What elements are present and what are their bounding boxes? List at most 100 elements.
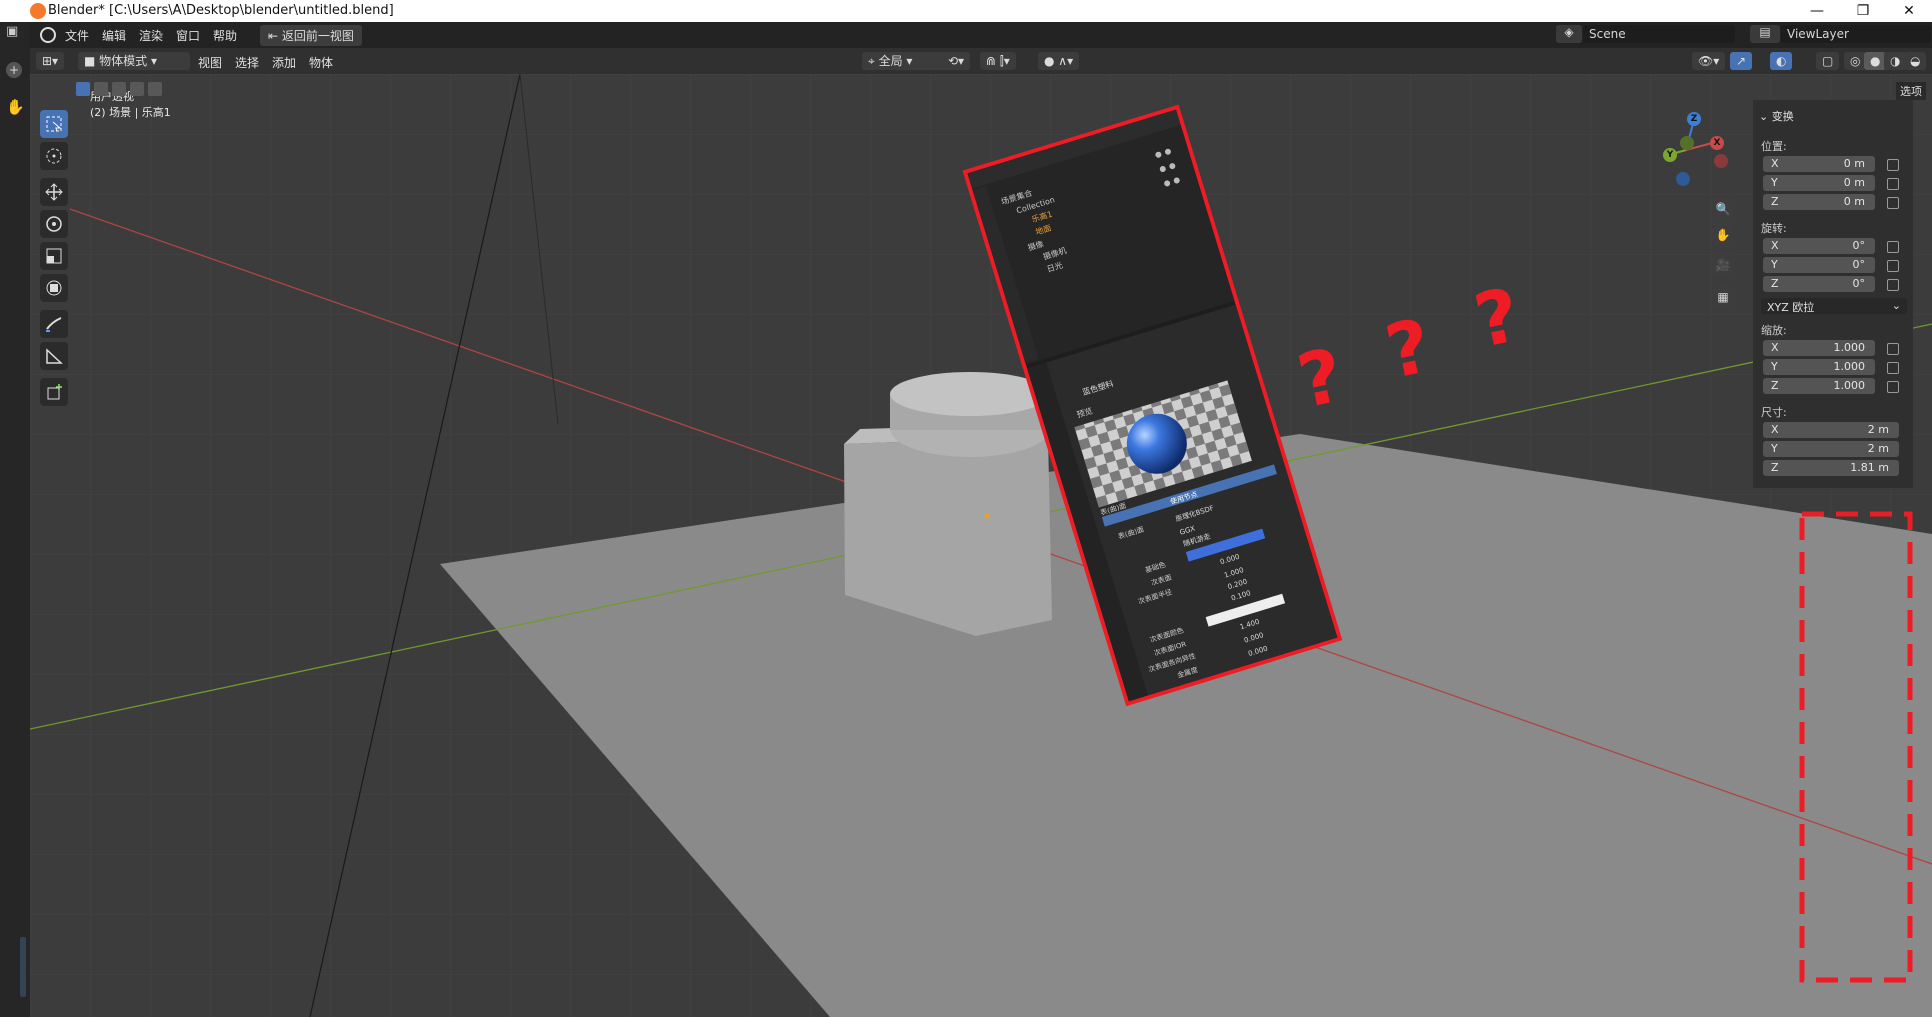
scene-field[interactable]: Scene <box>1583 25 1735 43</box>
zoom-icon[interactable]: 🔍 <box>1710 196 1736 222</box>
lock-icon[interactable] <box>1887 178 1899 190</box>
overlay-toggle-icon[interactable]: ◐ <box>1770 52 1793 70</box>
select-extend-icon[interactable] <box>94 82 108 96</box>
mode-label: 物体模式 <box>99 54 148 68</box>
restore-button[interactable]: ❐ <box>1840 0 1886 22</box>
dimensions-x-field[interactable]: X2 m <box>1763 422 1899 438</box>
menu-help[interactable]: 帮助 <box>213 27 237 44</box>
gizmo-toggle-icon[interactable]: ↗ <box>1730 52 1753 70</box>
menu-edit[interactable]: 编辑 <box>102 27 126 44</box>
snap-icon[interactable]: ⋒ ⫿▾ <box>980 52 1016 70</box>
annotate-tool[interactable] <box>40 310 68 338</box>
move-tool[interactable] <box>40 178 68 206</box>
rotation-z-field[interactable]: Z 0° <box>1763 276 1875 292</box>
select-intersect-icon[interactable] <box>148 82 162 96</box>
scale-tool[interactable] <box>40 242 68 270</box>
perspective-grid-icon[interactable]: ▦ <box>1710 284 1736 310</box>
chevron-down-icon: ⌄ <box>1891 299 1901 312</box>
measure-tool[interactable] <box>40 342 68 370</box>
lock-icon[interactable] <box>1887 197 1899 209</box>
back-to-previous-button[interactable]: ⇤ 返回前一视图 <box>260 25 362 46</box>
scale-x-field[interactable]: X 1.000 <box>1763 340 1875 356</box>
dimensions-label: 尺寸: <box>1761 406 1787 419</box>
scene-selector-icon[interactable]: ◈ <box>1556 25 1582 43</box>
object-origin <box>984 513 990 519</box>
select-new-icon[interactable] <box>76 82 90 96</box>
gizmo-y[interactable]: Y <box>1663 148 1677 162</box>
gizmo-neg-x[interactable] <box>1714 154 1728 168</box>
close-button[interactable]: ✕ <box>1886 0 1932 22</box>
editor-type-icon[interactable]: ⊞▾ <box>36 52 65 70</box>
xray-icon[interactable]: ▢ <box>1816 52 1840 70</box>
dimensions-y-field[interactable]: Y2 m <box>1763 441 1899 457</box>
scene-name: Scene <box>1589 27 1626 41</box>
menu-add[interactable]: 添加 <box>272 54 296 71</box>
rotation-mode-dropdown[interactable]: XYZ 欧拉 ⌄ <box>1761 298 1907 314</box>
rotation-label: 旋转: <box>1761 222 1787 235</box>
left-edge-strip: ▣ + ✋ <box>0 22 30 1017</box>
blender-logo-icon <box>30 3 46 19</box>
gizmo-neg-y[interactable] <box>1680 136 1694 150</box>
select-box-tool[interactable] <box>40 110 68 138</box>
lock-icon[interactable] <box>1887 279 1899 291</box>
lock-icon[interactable] <box>1887 343 1899 355</box>
scale-y-field[interactable]: Y 1.000 <box>1763 359 1875 375</box>
menu-render[interactable]: 渲染 <box>139 27 163 44</box>
select-subtract-icon[interactable] <box>112 82 126 96</box>
window-title-bar: Blender* [C:\Users\A\Desktop\blender\unt… <box>0 0 1932 22</box>
location-x-field[interactable]: X0 m <box>1763 156 1875 172</box>
menu-select[interactable]: 选择 <box>235 54 259 71</box>
navigation-gizmo[interactable]: Z X Y <box>1650 110 1730 190</box>
rotation-y-field[interactable]: Y 0° <box>1763 257 1875 273</box>
blender-menu-icon[interactable] <box>40 27 56 43</box>
editor-menu-icon[interactable]: ▣ <box>6 24 18 39</box>
lock-icon[interactable] <box>1887 362 1899 374</box>
minimize-button[interactable]: — <box>1794 0 1840 22</box>
gizmo-x[interactable]: X <box>1710 136 1724 150</box>
add-icon[interactable]: + <box>6 62 22 78</box>
menu-object[interactable]: 物体 <box>309 54 333 71</box>
menu-view[interactable]: 视图 <box>198 54 222 71</box>
cursor-tool[interactable] <box>40 142 68 170</box>
mode-icon: ■ <box>84 54 100 68</box>
window-title: Blender* [C:\Users\A\Desktop\blender\unt… <box>48 3 394 18</box>
mode-dropdown[interactable]: ■ 物体模式 ▾ <box>78 52 190 70</box>
top-menu-bar: 文件 编辑 渲染 窗口 帮助 ⇤ 返回前一视图 ◈ Scene ▤ ViewLa… <box>30 22 1932 48</box>
select-invert-icon[interactable] <box>130 82 144 96</box>
add-cube-tool[interactable] <box>40 378 68 406</box>
viewlayer-selector-icon[interactable]: ▤ <box>1750 25 1780 43</box>
transform-section-header[interactable]: ⌄ 变换 <box>1759 108 1794 124</box>
orientation-label: 全局 <box>878 54 903 68</box>
menu-window[interactable]: 窗口 <box>176 27 200 44</box>
transform-tool[interactable] <box>40 274 68 302</box>
pan-hand-icon[interactable]: ✋ <box>1710 222 1736 248</box>
gizmo-neg-z[interactable] <box>1676 172 1690 186</box>
lock-icon[interactable] <box>1887 241 1899 253</box>
location-z-field[interactable]: Z0 m <box>1763 194 1875 210</box>
rotation-x-field[interactable]: X 0° <box>1763 238 1875 254</box>
camera-view-icon[interactable]: 🎥 <box>1710 252 1736 278</box>
hand-icon[interactable]: ✋ <box>6 98 25 116</box>
scroll-handle[interactable] <box>20 937 26 997</box>
viewlayer-name: ViewLayer <box>1787 27 1849 41</box>
lock-icon[interactable] <box>1887 260 1899 272</box>
proportional-edit-icon[interactable]: ● ∧▾ <box>1038 52 1080 70</box>
rotate-tool[interactable] <box>40 210 68 238</box>
viewport-header: ⊞▾ ■ 物体模式 ▾ 视图 选择 添加 物体 ⌖ 全局 ▾ ⟲▾ ⋒ ⫿▾ ●… <box>30 48 1932 74</box>
menu-file[interactable]: 文件 <box>65 27 89 44</box>
gizmo-z[interactable]: Z <box>1687 112 1701 126</box>
orientation-icon: ⌖ <box>868 54 879 68</box>
viewlayer-field[interactable]: ViewLayer <box>1781 25 1931 43</box>
options-tab[interactable]: 选项 <box>1896 82 1926 100</box>
scale-z-field[interactable]: Z 1.000 <box>1763 378 1875 394</box>
scale-label: 缩放: <box>1761 324 1787 337</box>
transform-orientation-dropdown[interactable]: ⌖ 全局 ▾ <box>862 52 946 70</box>
visibility-icon[interactable]: 👁▾ <box>1692 52 1726 70</box>
dimensions-z-field[interactable]: Z 1.81 m <box>1763 460 1899 476</box>
lock-icon[interactable] <box>1887 381 1899 393</box>
location-y-field[interactable]: Y0 m <box>1763 175 1875 191</box>
3d-viewport[interactable]: ? ? ? 场景集合 Collection 乐高1 地面 摄像 摄像机 日光 蓝… <box>30 74 1932 1017</box>
shading-rendered-icon[interactable]: ◒ <box>1904 52 1927 70</box>
lock-icon[interactable] <box>1887 159 1899 171</box>
pivot-icon[interactable]: ⟲▾ <box>942 52 971 70</box>
